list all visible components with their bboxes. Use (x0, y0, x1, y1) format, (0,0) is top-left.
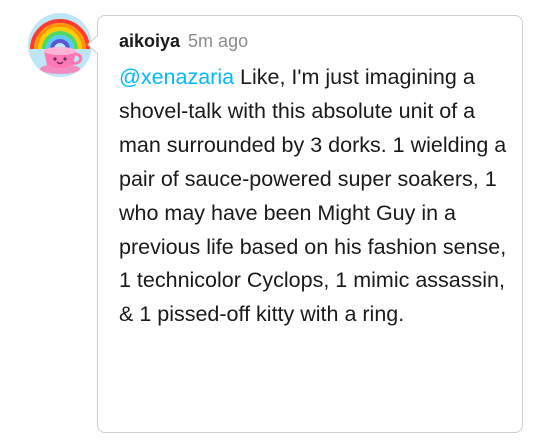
rainbow-teacup-avatar-icon (28, 13, 92, 77)
reply-header: aikoiya 5m ago (119, 31, 248, 52)
mention-link[interactable]: @xenazaria (119, 65, 234, 89)
avatar[interactable] (28, 13, 92, 77)
reply-text: @xenazaria Like, I'm just imagining a sh… (119, 61, 511, 332)
timestamp: 5m ago (188, 31, 249, 51)
username[interactable]: aikoiya (119, 31, 180, 52)
reply-body: Like, I'm just imagining a shovel-talk w… (119, 65, 507, 327)
